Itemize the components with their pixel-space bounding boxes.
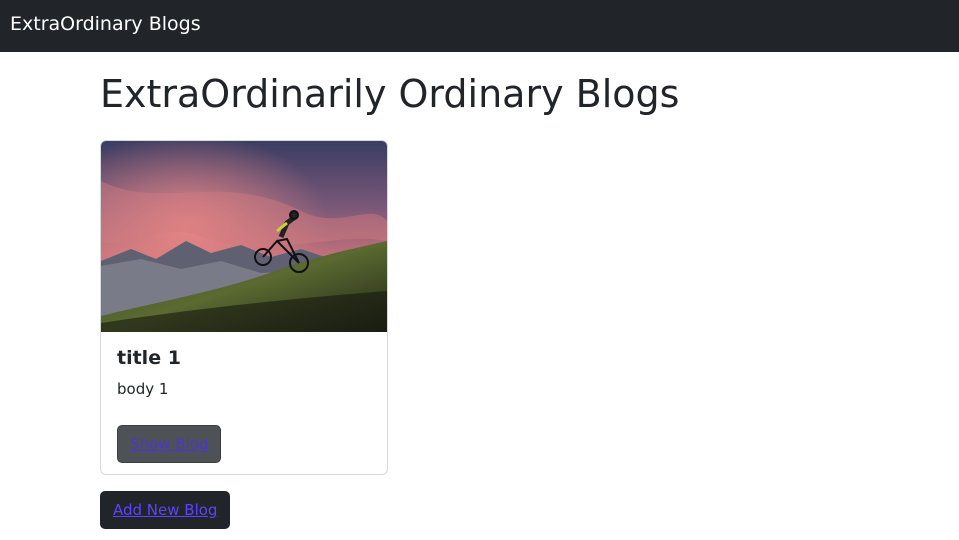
- top-navbar: ExtraOrdinary Blogs: [0, 0, 959, 52]
- page-title: ExtraOrdinarily Ordinary Blogs: [100, 72, 680, 116]
- add-new-blog-button[interactable]: Add New Blog: [100, 491, 231, 529]
- blog-card-title: title 1: [117, 347, 181, 369]
- blog-card-image: [101, 141, 387, 332]
- navbar-brand-link[interactable]: ExtraOrdinary Blogs: [10, 12, 201, 36]
- blog-card-text: body 1: [117, 380, 169, 398]
- blog-card-body: title 1 body 1 Show Blog: [117, 346, 371, 463]
- blog-card: title 1 body 1 Show Blog: [100, 140, 388, 475]
- show-blog-button[interactable]: Show Blog: [117, 425, 222, 463]
